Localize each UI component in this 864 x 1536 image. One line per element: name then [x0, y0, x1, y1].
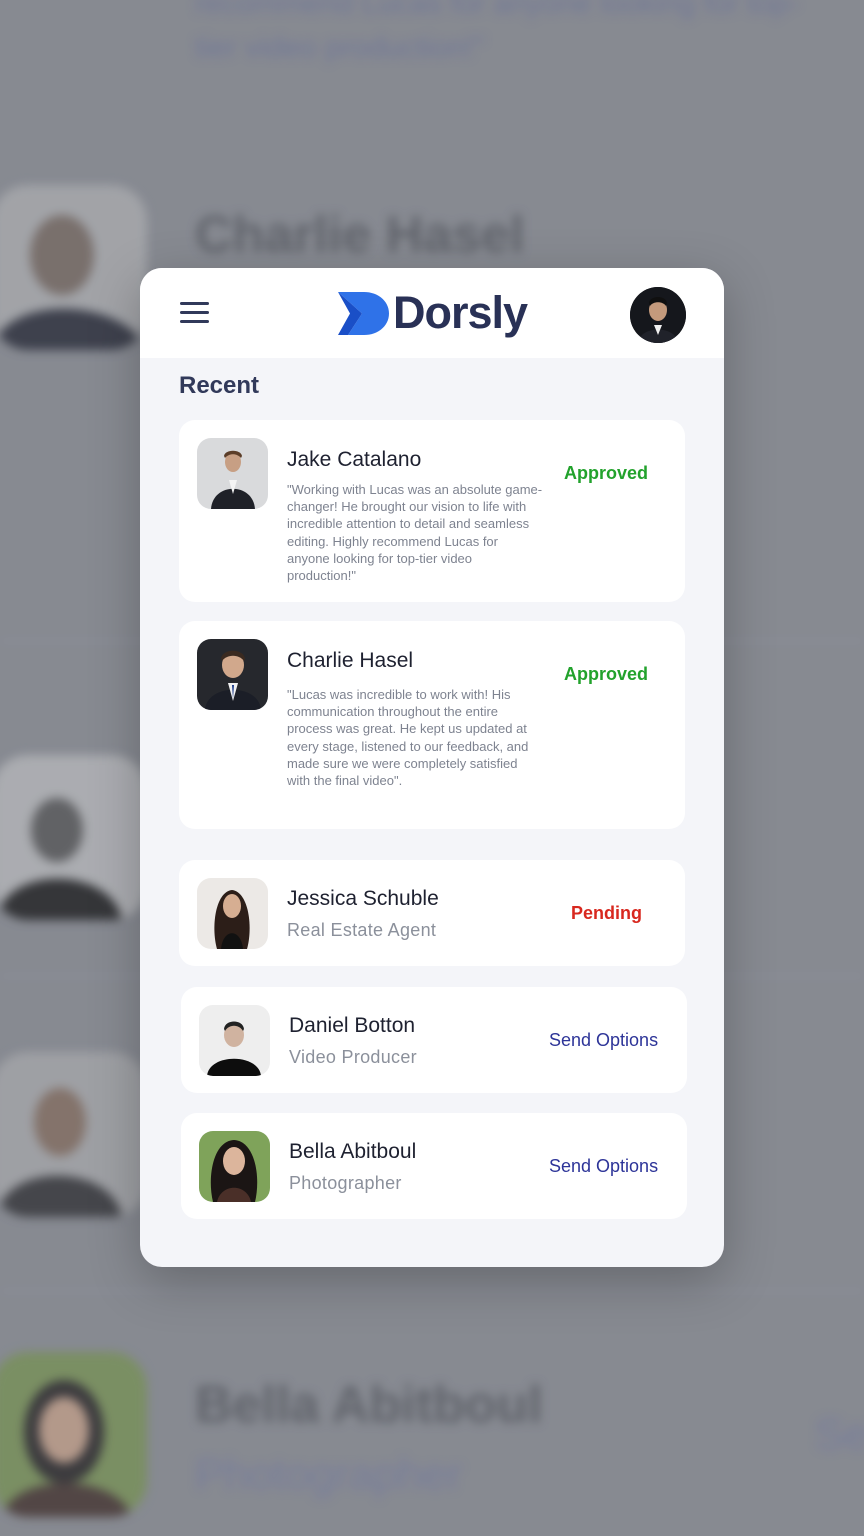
send-options-button[interactable]: Send Options — [549, 1030, 658, 1051]
avatar — [197, 438, 268, 509]
brand: Dorsly — [338, 287, 528, 338]
recent-card: Dorsly Recent Jake Catalano "Working wit… — [140, 268, 724, 1267]
list-item[interactable]: Jessica Schuble Real Estate Agent Pendin… — [179, 860, 685, 966]
avatar — [197, 639, 268, 710]
item-name: Charlie Hasel — [287, 649, 414, 672]
item-quote: "Lucas was incredible to work with! His … — [287, 687, 529, 789]
brand-name: Dorsly — [393, 287, 528, 338]
item-name: Daniel Botton — [289, 1014, 416, 1037]
user-avatar[interactable] — [630, 287, 686, 343]
item-quote: "Working with Lucas was an absolute game… — [287, 482, 543, 584]
item-role: Real Estate Agent — [287, 920, 437, 940]
list-item[interactable]: Charlie Hasel "Lucas was incredible to w… — [179, 621, 685, 829]
card-header: Dorsly — [140, 268, 724, 358]
avatar — [199, 1131, 270, 1202]
item-name: Jessica Schuble — [287, 887, 439, 910]
item-role: Photographer — [289, 1173, 402, 1193]
list-item[interactable]: Bella Abitboul Photographer Send Options — [181, 1113, 687, 1219]
item-role: Video Producer — [289, 1047, 417, 1067]
section-title: Recent — [179, 372, 260, 399]
list-item[interactable]: Jake Catalano "Working with Lucas was an… — [179, 420, 685, 602]
status-badge: Approved — [564, 664, 649, 684]
item-name: Jake Catalano — [287, 448, 422, 471]
avatar — [197, 878, 268, 949]
item-name: Bella Abitboul — [289, 1140, 417, 1163]
status-badge: Approved — [564, 463, 649, 483]
list-item[interactable]: Daniel Botton Video Producer Send Option… — [181, 987, 687, 1093]
status-badge: Pending — [571, 903, 642, 923]
avatar — [199, 1005, 270, 1076]
menu-icon[interactable] — [180, 302, 209, 324]
dorsly-logo-icon — [338, 291, 389, 335]
send-options-button[interactable]: Send Options — [549, 1156, 658, 1177]
